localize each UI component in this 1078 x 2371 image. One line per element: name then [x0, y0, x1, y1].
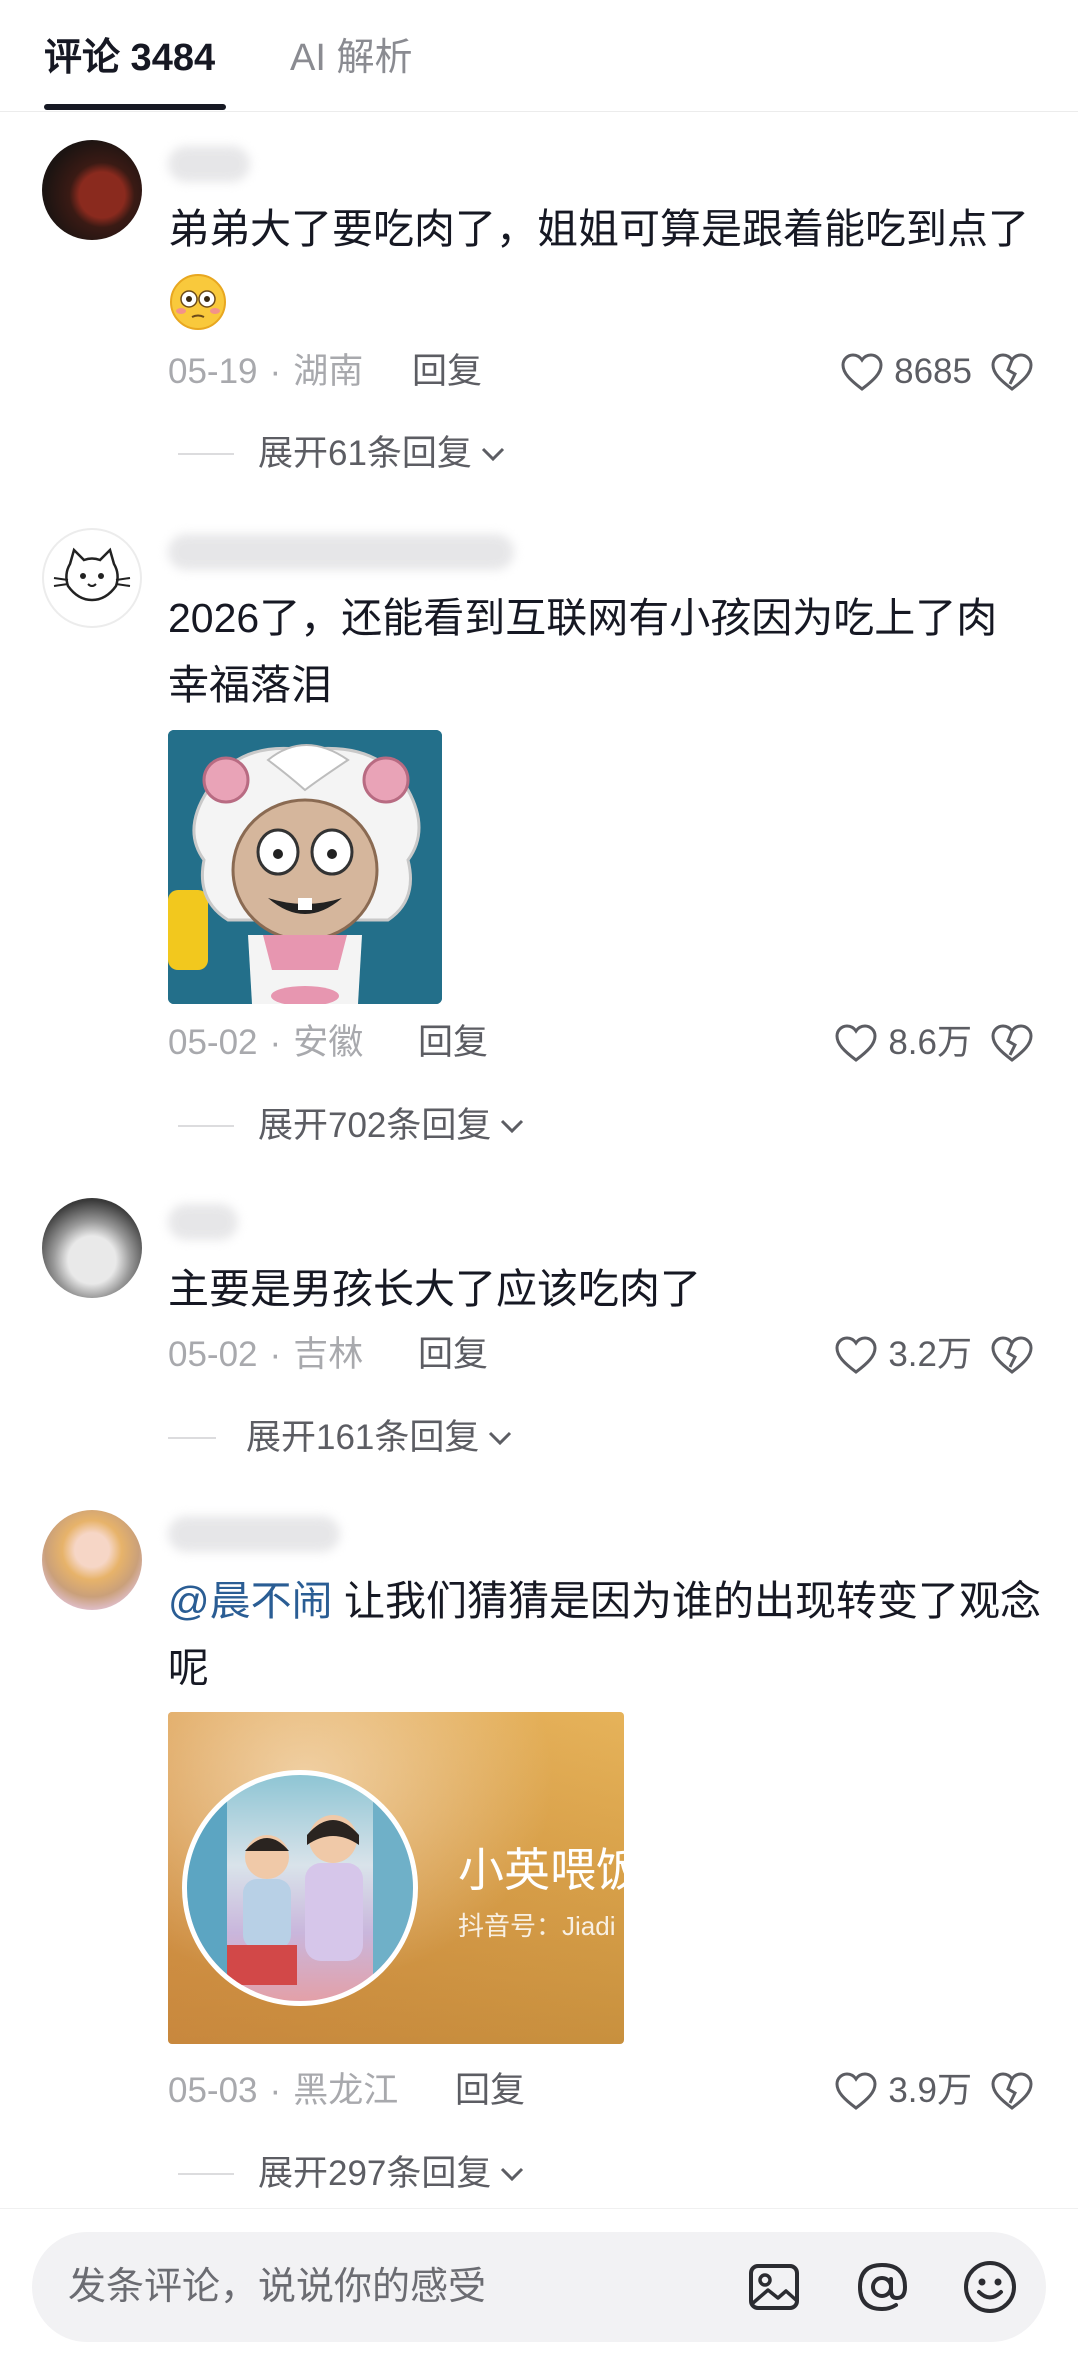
- comment-date: 05-19: [168, 352, 258, 391]
- expand-replies[interactable]: 展开702条回复: [258, 1101, 527, 1151]
- bottom-divider: [0, 2208, 1078, 2209]
- profile-card-id: 抖音号：Jiadi: [458, 1911, 616, 1941]
- comment-meta: 05-02 · 吉林: [168, 1335, 364, 1374]
- lamb-cartoon-image: [168, 730, 442, 1004]
- image-icon: [749, 2264, 799, 2310]
- comment-meta: 05-03 · 黑龙江: [168, 2071, 399, 2110]
- reply-button[interactable]: 回复: [418, 1018, 488, 1068]
- dislike-button[interactable]: [990, 352, 1034, 397]
- like-count: 3.2万: [888, 1335, 972, 1374]
- heart-icon: [835, 1336, 877, 1374]
- expand-replies-label: 展开61条回复: [258, 434, 472, 473]
- like-count: 8685: [894, 352, 972, 391]
- chevron-down-icon: [501, 2167, 524, 2182]
- comment-location: 湖南: [293, 352, 364, 391]
- broken-heart-icon: [991, 2072, 1033, 2110]
- like-button[interactable]: 8.6万: [834, 1018, 972, 1068]
- dislike-button[interactable]: [990, 2071, 1034, 2116]
- at-icon: [857, 2262, 908, 2312]
- dislike-button[interactable]: [990, 1023, 1034, 1068]
- comment-location: 黑龙江: [293, 2071, 399, 2110]
- like-button[interactable]: 3.2万: [834, 1330, 972, 1380]
- comment-meta: 05-02 · 安徽: [168, 1023, 364, 1062]
- tab-comments[interactable]: 评论 3484: [44, 30, 215, 86]
- expand-replies[interactable]: 展开161条回复: [246, 1413, 515, 1463]
- comment-date: 05-03: [168, 2071, 258, 2110]
- expand-replies-label: 展开702条回复: [258, 1106, 492, 1145]
- reply-button[interactable]: 回复: [418, 1330, 488, 1380]
- expand-replies[interactable]: 展开297条回复: [258, 2149, 527, 2199]
- comment-location: 安徽: [293, 1023, 364, 1062]
- emoji-button[interactable]: [960, 2257, 1020, 2322]
- comment-text: 弟弟大了要吃肉了，姐姐可算是跟着能吃到点了: [168, 196, 1048, 263]
- chevron-down-icon: [489, 1431, 512, 1446]
- broken-heart-icon: [991, 353, 1033, 391]
- avatar[interactable]: [42, 1198, 142, 1298]
- comment-sticker-image[interactable]: [168, 730, 442, 1004]
- mention-button[interactable]: [852, 2257, 912, 2322]
- dislike-button[interactable]: [990, 1335, 1034, 1380]
- reply-button[interactable]: 回复: [455, 2066, 525, 2116]
- image-button[interactable]: [744, 2257, 804, 2322]
- expand-replies-label: 展开161条回复: [246, 1418, 480, 1457]
- expand-divider: [168, 1437, 216, 1439]
- avatar[interactable]: [42, 528, 142, 628]
- comment-text-body: 2026了，还能看到互联网有小孩因为吃上了肉幸福落泪: [168, 595, 998, 708]
- comment-text: 主要是男孩长大了应该吃肉了: [168, 1256, 1048, 1323]
- comment-text: @晨不闹 让我们猜猜是因为谁的出现转变了观念呢: [168, 1568, 1048, 1702]
- profile-card-name: 小英喂饭: [458, 1844, 624, 1896]
- comment-meta: 05-19 · 湖南: [168, 352, 364, 391]
- comment-input[interactable]: 发条评论，说说你的感受: [68, 2260, 486, 2314]
- two-kids-photo: [187, 1775, 413, 2001]
- username[interactable]: [168, 146, 250, 182]
- username[interactable]: [168, 1204, 238, 1240]
- comment-text-body: 弟弟大了要吃肉了，姐姐可算是跟着能吃到点了: [168, 206, 1029, 252]
- tab-ai-analysis[interactable]: AI 解析: [290, 30, 412, 86]
- like-count: 3.9万: [888, 2071, 972, 2110]
- comment-date: 05-02: [168, 1335, 258, 1374]
- profile-card[interactable]: 小英喂饭 抖音号：Jiadi: [168, 1712, 624, 2044]
- profile-card-avatar: [182, 1770, 418, 2006]
- emoji-icon: [964, 2261, 1016, 2313]
- like-count: 8.6万: [888, 1023, 972, 1062]
- comment-location: 吉林: [293, 1335, 364, 1374]
- heart-icon: [835, 1024, 877, 1062]
- username[interactable]: [168, 1516, 340, 1552]
- avatar[interactable]: [42, 140, 142, 240]
- expand-replies[interactable]: 展开61条回复: [258, 429, 508, 479]
- comment-input-bar[interactable]: 发条评论，说说你的感受: [32, 2232, 1046, 2342]
- tab-active-indicator: [44, 104, 226, 110]
- comment-text-body: 主要是男孩长大了应该吃肉了: [168, 1266, 701, 1312]
- broken-heart-icon: [991, 1336, 1033, 1374]
- avatar[interactable]: [42, 1510, 142, 1610]
- flushed-emoji-icon: [170, 274, 226, 330]
- heart-icon: [841, 353, 883, 391]
- chevron-down-icon: [501, 1119, 524, 1134]
- emoji-sticker: [168, 272, 228, 332]
- like-button[interactable]: 3.9万: [834, 2066, 972, 2116]
- chevron-down-icon: [481, 447, 504, 462]
- expand-replies-label: 展开297条回复: [258, 2154, 492, 2193]
- comment-text: 2026了，还能看到互联网有小孩因为吃上了肉幸福落泪: [168, 585, 1028, 719]
- expand-divider: [178, 453, 234, 455]
- broken-heart-icon: [991, 1024, 1033, 1062]
- expand-divider: [178, 2173, 234, 2175]
- expand-divider: [178, 1125, 234, 1127]
- cat-doodle-icon: [53, 547, 131, 602]
- like-button[interactable]: 8685: [840, 347, 972, 397]
- comment-tabs: 评论 3484 AI 解析: [0, 0, 1078, 112]
- username[interactable]: [168, 534, 514, 570]
- reply-button[interactable]: 回复: [412, 347, 482, 397]
- comment-date: 05-02: [168, 1023, 258, 1062]
- heart-icon: [835, 2072, 877, 2110]
- mention-link[interactable]: @晨不闹: [168, 1578, 333, 1624]
